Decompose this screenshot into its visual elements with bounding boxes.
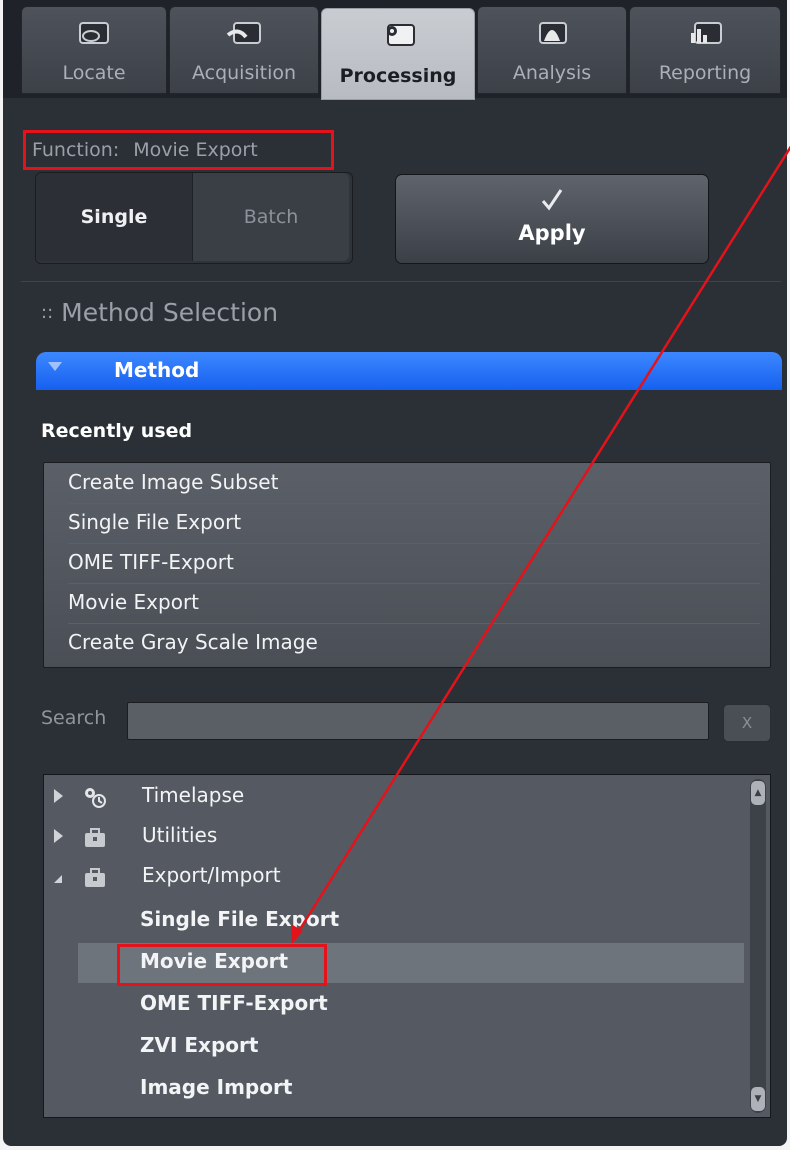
list-item[interactable]: Create Image Subset bbox=[68, 463, 760, 504]
function-indicator: Function: Movie Export bbox=[23, 130, 334, 170]
function-label: Function: bbox=[32, 139, 120, 161]
mode-toggle: Single Batch bbox=[35, 172, 353, 264]
tab-label: Analysis bbox=[512, 62, 592, 84]
tab-reporting[interactable]: Reporting bbox=[629, 6, 781, 94]
tree-scrollbar[interactable]: ▲ ▼ bbox=[750, 779, 766, 1113]
tab-processing[interactable]: Processing bbox=[321, 8, 475, 100]
search-label: Search bbox=[41, 707, 107, 729]
tree-item-label: OME TIFF-Export bbox=[140, 991, 328, 1015]
divider bbox=[21, 281, 781, 282]
tree-group-timelapse[interactable]: Timelapse bbox=[44, 777, 744, 817]
timelapse-icon bbox=[85, 788, 106, 808]
scroll-down-icon[interactable]: ▼ bbox=[751, 1087, 765, 1111]
tree-group-label: Utilities bbox=[142, 823, 218, 847]
toolbox-icon bbox=[85, 868, 105, 887]
processing-icon bbox=[387, 24, 415, 46]
reporting-icon bbox=[691, 22, 722, 44]
batch-mode-button[interactable]: Batch bbox=[193, 173, 349, 261]
list-item[interactable]: Create Gray Scale Image bbox=[68, 623, 760, 663]
checkmark-icon bbox=[541, 189, 563, 211]
search-clear-button[interactable]: X bbox=[723, 704, 771, 742]
grip-icon: :: bbox=[41, 302, 54, 323]
tab-label: Acquisition bbox=[191, 62, 297, 84]
expand-arrow-icon[interactable] bbox=[54, 875, 62, 883]
tab-label: Reporting bbox=[658, 62, 752, 84]
highlight-box bbox=[117, 944, 327, 986]
locate-icon bbox=[79, 22, 109, 44]
tree-group-label: Export/Import bbox=[142, 863, 281, 887]
tree-item[interactable]: Image Import bbox=[44, 1069, 744, 1109]
recently-used-title: Recently used bbox=[41, 420, 193, 442]
scroll-up-icon[interactable]: ▲ bbox=[751, 781, 765, 805]
apply-button[interactable]: Apply bbox=[395, 174, 709, 264]
recently-used-list: Create Image Subset Single File Export O… bbox=[43, 462, 771, 668]
tree-item[interactable]: Single File Export bbox=[44, 901, 744, 941]
method-header-label: Method bbox=[114, 358, 200, 382]
list-item[interactable]: Single File Export bbox=[68, 503, 760, 544]
tab-acquisition[interactable]: Acquisition bbox=[169, 6, 319, 94]
main-tabs: Locate Acquisition Processing Analysis R… bbox=[3, 0, 787, 100]
toolbox-icon bbox=[85, 828, 105, 847]
tab-locate[interactable]: Locate bbox=[21, 6, 167, 94]
analysis-icon bbox=[539, 22, 567, 44]
tree-item-label: ZVI Export bbox=[140, 1033, 259, 1057]
list-item[interactable]: OME TIFF-Export bbox=[68, 543, 760, 584]
search-input[interactable] bbox=[127, 702, 709, 740]
tab-label: Locate bbox=[62, 62, 126, 84]
expand-arrow-icon[interactable] bbox=[54, 829, 63, 843]
section-title-text: Method Selection bbox=[61, 298, 279, 327]
expand-arrow-icon[interactable] bbox=[54, 789, 63, 803]
list-item[interactable]: Movie Export bbox=[68, 583, 760, 624]
tab-analysis[interactable]: Analysis bbox=[477, 6, 627, 94]
collapse-triangle-icon bbox=[48, 362, 62, 371]
tab-label: Processing bbox=[339, 65, 457, 87]
tree-group-export-import[interactable]: Export/Import bbox=[44, 857, 744, 897]
tree-item[interactable]: ZVI Export bbox=[44, 1027, 744, 1067]
tree-item[interactable]: OME TIFF-Export bbox=[44, 985, 744, 1025]
tree-group-label: Timelapse bbox=[142, 783, 245, 807]
method-header[interactable]: Method bbox=[36, 352, 782, 390]
function-value: Movie Export bbox=[133, 139, 258, 161]
tree-group-utilities[interactable]: Utilities bbox=[44, 817, 744, 857]
tree-item-label: Single File Export bbox=[140, 907, 340, 931]
tree-item-label: Image Import bbox=[140, 1075, 293, 1099]
apply-label: Apply bbox=[518, 221, 586, 245]
section-title: :: Method Selection bbox=[41, 298, 278, 327]
acquisition-icon bbox=[226, 22, 261, 44]
single-mode-button[interactable]: Single bbox=[36, 173, 193, 261]
